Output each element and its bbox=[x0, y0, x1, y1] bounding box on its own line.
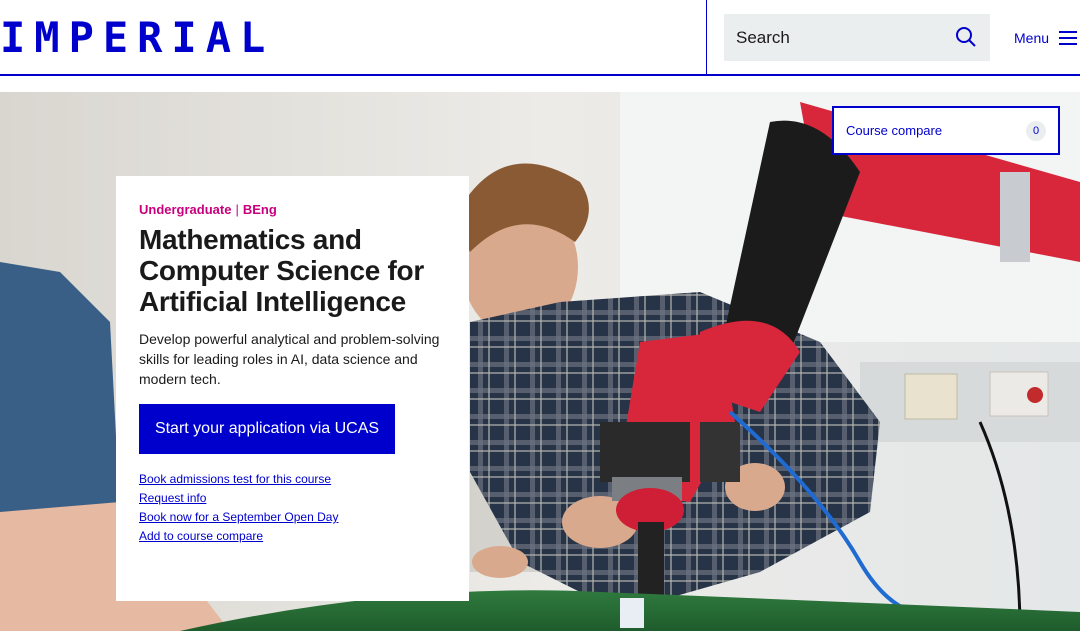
ucas-apply-button[interactable]: Start your application via UCAS bbox=[139, 404, 395, 454]
search-input[interactable]: Search bbox=[724, 14, 990, 61]
header-divider bbox=[706, 0, 707, 76]
admissions-test-link[interactable]: Book admissions test for this course bbox=[139, 470, 446, 489]
kicker-separator: | bbox=[235, 202, 239, 217]
course-compare-label: Course compare bbox=[846, 123, 943, 138]
course-compare-button[interactable]: Course compare 0 bbox=[832, 106, 1060, 155]
course-kicker: Undergraduate | BEng bbox=[139, 202, 446, 218]
course-card: Undergraduate | BEng Mathematics and Compu… bbox=[116, 176, 469, 601]
request-info-link[interactable]: Request info bbox=[139, 489, 446, 508]
open-day-link[interactable]: Book now for a September Open Day bbox=[139, 508, 446, 527]
search-label: Search bbox=[736, 27, 790, 47]
hamburger-icon bbox=[1059, 30, 1078, 46]
course-level: Undergraduate bbox=[139, 202, 232, 217]
course-title: Mathematics and Computer Science for Art… bbox=[139, 224, 424, 317]
search-icon[interactable] bbox=[954, 25, 978, 49]
imperial-logo[interactable]: IMPERIAL bbox=[0, 14, 274, 62]
add-to-compare-link[interactable]: Add to course compare bbox=[139, 527, 446, 546]
menu-button[interactable]: Menu bbox=[1014, 26, 1078, 50]
compare-count-badge: 0 bbox=[1026, 120, 1046, 141]
course-links: Book admissions test for this course Req… bbox=[139, 470, 446, 546]
course-description: Develop powerful analytical and problem-… bbox=[139, 331, 440, 387]
course-degree: BEng bbox=[242, 202, 277, 217]
site-header: IMPERIAL Search Menu bbox=[0, 0, 1080, 76]
menu-label: Menu bbox=[1014, 30, 1050, 46]
